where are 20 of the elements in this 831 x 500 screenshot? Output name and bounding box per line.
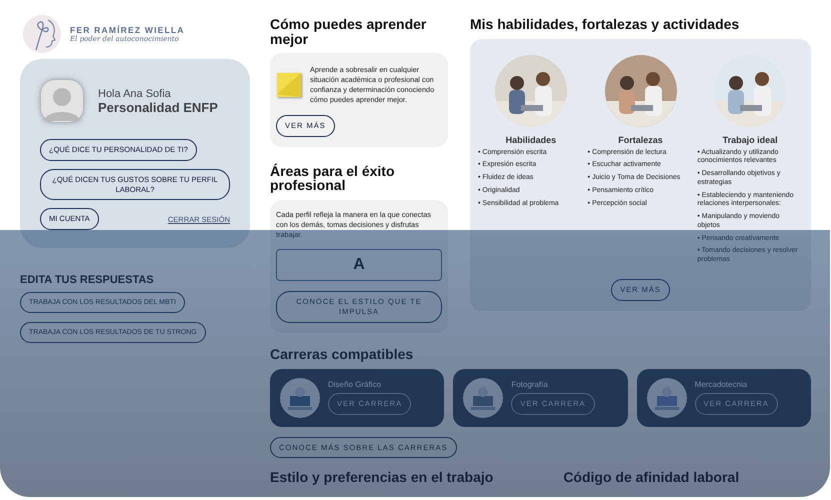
section-heading: Código de afinidad laboral xyxy=(563,470,740,486)
section-title: EDITA TUS RESPUESTAS xyxy=(20,274,154,286)
section-heading: Carreras compatibles xyxy=(270,346,414,362)
sticky-note-icon xyxy=(276,72,302,98)
section-heading: Mis habilidades, fortalezas y actividades xyxy=(470,17,740,32)
greeting: Hola Ana Sofia xyxy=(98,88,172,100)
avatar-icon xyxy=(40,79,84,123)
section-heading: Áreas para el éxito profesional xyxy=(270,164,396,193)
section-heading: Cómo puedes aprender mejor xyxy=(270,17,428,46)
section-heading: Estilo y preferencias en el trabajo xyxy=(270,470,494,486)
career-name: Fotografía xyxy=(511,380,548,390)
personality-title: Personalidad ENFP xyxy=(98,100,218,114)
style-letter: A xyxy=(276,249,442,282)
column-title: Habilidades xyxy=(504,134,558,145)
career-name: Mercadotecnia xyxy=(694,380,748,390)
logo-icon xyxy=(22,14,62,54)
brand-name: FER RAMÍREZ WIELLA xyxy=(70,25,185,35)
column-title: Trabajo ideal xyxy=(722,134,779,145)
career-name: Diseño Gráfico xyxy=(328,380,381,390)
column-title: Fortalezas xyxy=(617,134,664,145)
